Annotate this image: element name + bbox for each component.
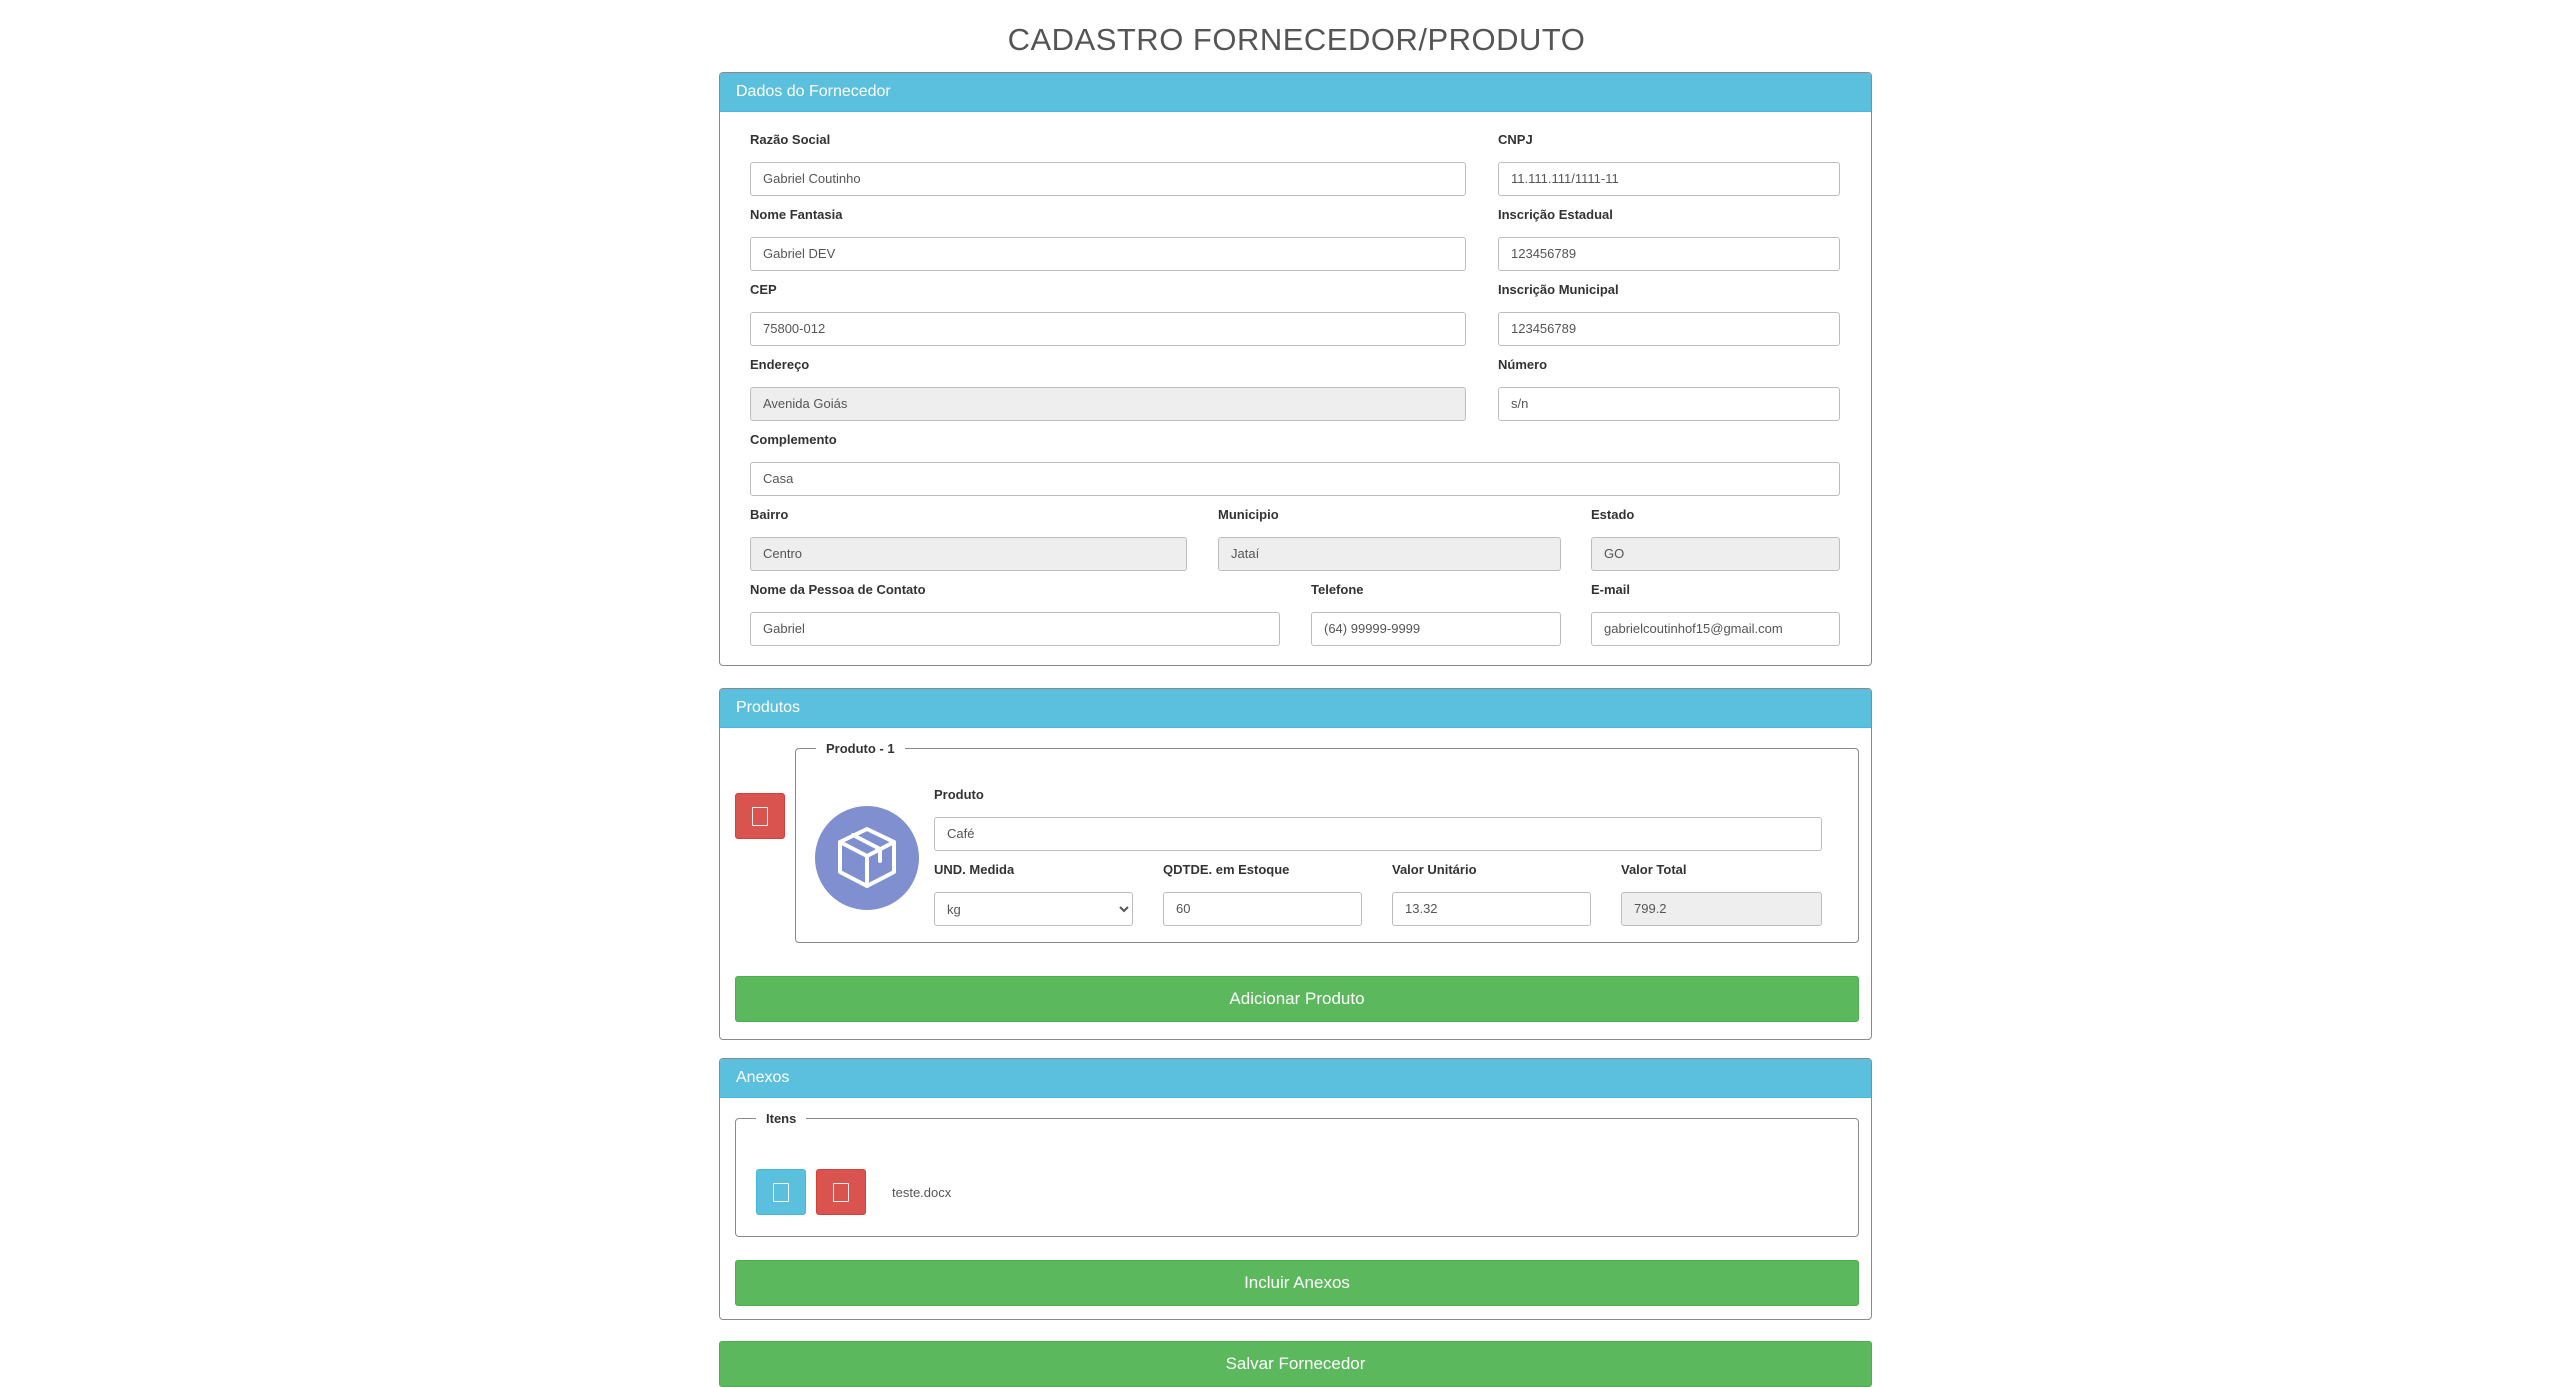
email-input[interactable]: gabrielcoutinhof15@gmail.com <box>1591 612 1840 646</box>
cep-group: CEP 75800-012 <box>750 281 1466 346</box>
save-supplier-button[interactable]: Salvar Fornecedor <box>719 1341 1872 1387</box>
products-panel: Produtos Produto - 1 Produto Café UND. M… <box>719 688 1872 1040</box>
bairro-label: Bairro <box>750 507 789 522</box>
inscricao-municipal-group: Inscrição Municipal 123456789 <box>1498 281 1840 346</box>
valor-unitario-input[interactable]: 13.32 <box>1392 892 1591 926</box>
numero-group: Número s/n <box>1498 356 1840 421</box>
supplier-panel-heading: Dados do Fornecedor <box>720 73 1871 112</box>
attachments-panel: Anexos Itens teste.docx Incluir Anexos <box>719 1058 1872 1320</box>
municipio-input[interactable]: Jataí <box>1218 537 1561 571</box>
attachments-panel-heading: Anexos <box>720 1059 1871 1098</box>
supplier-panel: Dados do Fornecedor Razão Social Gabriel… <box>719 72 1872 666</box>
valor-unitario-label: Valor Unitário <box>1392 862 1477 877</box>
cep-input[interactable]: 75800-012 <box>750 312 1466 346</box>
cep-label: CEP <box>750 282 777 297</box>
municipio-label: Municipio <box>1218 507 1279 522</box>
razao-social-input[interactable]: Gabriel Coutinho <box>750 162 1466 196</box>
product-avatar <box>815 806 919 910</box>
remove-attachment-button[interactable] <box>816 1169 866 1215</box>
page-title: CADASTRO FORNECEDOR/PRODUTO <box>1007 22 1586 57</box>
nome-fantasia-label: Nome Fantasia <box>750 207 843 222</box>
attachments-items-fieldset: Itens <box>735 1111 1859 1237</box>
nome-fantasia-input[interactable]: Gabriel DEV <box>750 237 1466 271</box>
inscricao-municipal-input[interactable]: 123456789 <box>1498 312 1840 346</box>
telefone-input[interactable]: (64) 99999-9999 <box>1311 612 1561 646</box>
produto-label: Produto <box>934 787 984 802</box>
cnpj-label: CNPJ <box>1498 132 1533 147</box>
produto-group: Produto Café <box>934 786 1822 851</box>
eye-icon <box>773 1182 789 1202</box>
numero-label: Número <box>1498 357 1548 372</box>
email-label: E-mail <box>1591 582 1631 597</box>
produto-input[interactable]: Café <box>934 817 1822 851</box>
complemento-input[interactable]: Casa <box>750 462 1840 496</box>
valor-total-input[interactable]: 799.2 <box>1621 892 1822 926</box>
unidade-label: UND. Medida <box>934 862 1015 877</box>
contato-group: Nome da Pessoa de Contato Gabriel <box>750 581 1280 646</box>
unidade-select[interactable]: kg <box>934 892 1133 926</box>
quantidade-input[interactable]: 60 <box>1163 892 1362 926</box>
cnpj-input[interactable]: 11.111.111/1111-11 <box>1498 162 1840 196</box>
telefone-label: Telefone <box>1311 582 1364 597</box>
valor-total-label: Valor Total <box>1621 862 1687 877</box>
inscricao-estadual-input[interactable]: 123456789 <box>1498 237 1840 271</box>
valor-unitario-group: Valor Unitário 13.32 <box>1392 861 1591 926</box>
products-panel-heading: Produtos <box>720 689 1871 728</box>
inscricao-estadual-group: Inscrição Estadual 123456789 <box>1498 206 1840 271</box>
cnpj-group: CNPJ 11.111.111/1111-11 <box>1498 131 1840 196</box>
estado-group: Estado GO <box>1591 506 1840 571</box>
complemento-group: Complemento Casa <box>750 431 1840 496</box>
razao-social-group: Razão Social Gabriel Coutinho <box>750 131 1466 196</box>
razao-social-label: Razão Social <box>750 132 831 147</box>
endereco-label: Endereço <box>750 357 810 372</box>
add-attachments-button[interactable]: Incluir Anexos <box>735 1260 1859 1306</box>
estado-input[interactable]: GO <box>1591 537 1840 571</box>
valor-total-group: Valor Total 799.2 <box>1621 861 1822 926</box>
complemento-label: Complemento <box>750 432 837 447</box>
remove-product-button[interactable] <box>735 793 785 839</box>
quantidade-label: QDTDE. em Estoque <box>1163 862 1290 877</box>
bairro-group: Bairro Centro <box>750 506 1187 571</box>
numero-input[interactable]: s/n <box>1498 387 1840 421</box>
nome-fantasia-group: Nome Fantasia Gabriel DEV <box>750 206 1466 271</box>
trash-icon <box>752 806 768 826</box>
telefone-group: Telefone (64) 99999-9999 <box>1311 581 1561 646</box>
attachments-items-legend: Itens <box>766 1111 797 1126</box>
contato-input[interactable]: Gabriel <box>750 612 1280 646</box>
product-item-legend: Produto - 1 <box>826 741 895 756</box>
municipio-group: Municipio Jataí <box>1218 506 1561 571</box>
quantidade-group: QDTDE. em Estoque 60 <box>1163 861 1362 926</box>
inscricao-municipal-label: Inscrição Municipal <box>1498 282 1619 297</box>
endereco-input[interactable]: Avenida Goiás <box>750 387 1466 421</box>
trash-icon <box>833 1182 849 1202</box>
estado-label: Estado <box>1591 507 1635 522</box>
view-attachment-button[interactable] <box>756 1169 806 1215</box>
bairro-input[interactable]: Centro <box>750 537 1187 571</box>
inscricao-estadual-label: Inscrição Estadual <box>1498 207 1613 222</box>
endereco-group: Endereço Avenida Goiás <box>750 356 1466 421</box>
attachment-file-name: teste.docx <box>892 1185 952 1200</box>
box-icon <box>838 827 896 888</box>
email-group: E-mail gabrielcoutinhof15@gmail.com <box>1591 581 1840 646</box>
contato-label: Nome da Pessoa de Contato <box>750 582 926 597</box>
add-product-button[interactable]: Adicionar Produto <box>735 976 1859 1022</box>
unidade-group: UND. Medida kg <box>934 861 1133 926</box>
